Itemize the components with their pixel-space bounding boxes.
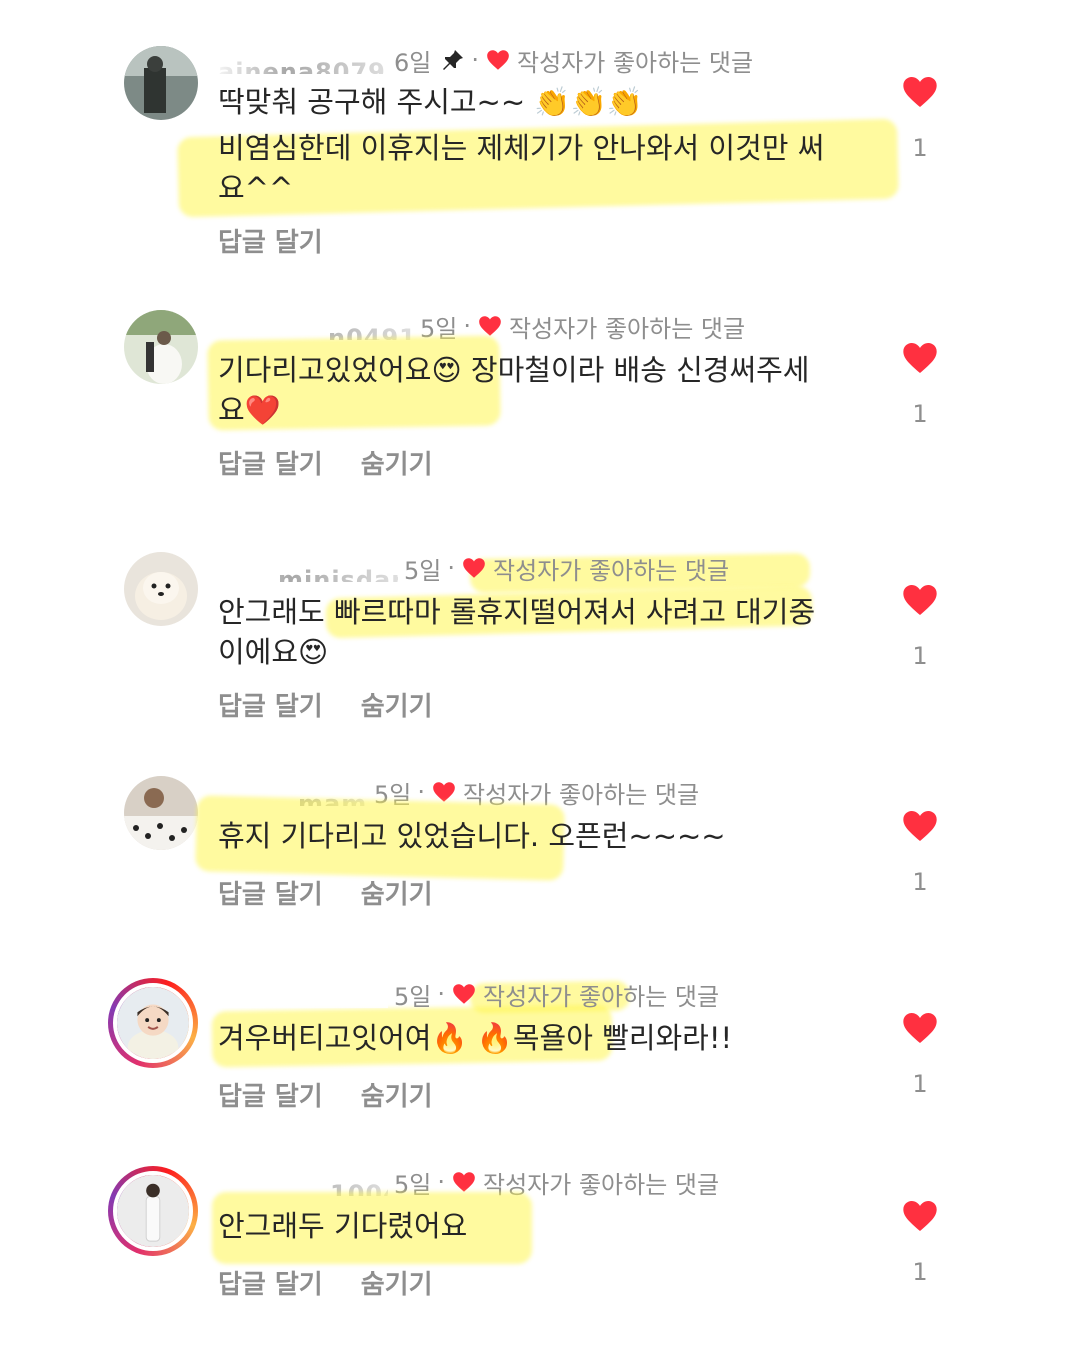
- comment-actions: 답글 달기: [218, 222, 323, 259]
- reply-button[interactable]: 답글 달기: [218, 1264, 323, 1301]
- comment-meta: ainena8079 6일 · 작성자가 좋아하는 댓글: [218, 44, 754, 77]
- like-count: 1: [912, 400, 928, 428]
- username[interactable]: [218, 980, 388, 1008]
- comment-text: 기다리고있었어요😍 장마철이라 배송 신경써주세 요❤️: [218, 353, 810, 427]
- reply-button[interactable]: 답글 달기: [218, 222, 323, 259]
- comment-actions: 답글 달기 숨기기: [218, 1076, 433, 1113]
- pin-icon: [443, 50, 464, 70]
- like-area: 1: [898, 580, 942, 670]
- reply-button[interactable]: 답글 달기: [218, 1076, 323, 1113]
- heart-icon[interactable]: [900, 580, 940, 620]
- username[interactable]: minisdar: [218, 554, 398, 582]
- comment-text: 안그래두 기다렸어요: [218, 1209, 468, 1243]
- avatar[interactable]: [124, 310, 198, 384]
- like-area: 1: [898, 1196, 942, 1286]
- liked-by-author-label: 작성자가 좋아하는 댓글: [517, 48, 754, 77]
- heart-icon[interactable]: [900, 72, 940, 112]
- heart-icon[interactable]: [900, 1196, 940, 1236]
- like-count: 1: [912, 1070, 928, 1098]
- like-count: 1: [912, 1258, 928, 1286]
- like-area: 1: [898, 1008, 942, 1098]
- hide-button[interactable]: 숨기기: [361, 874, 433, 911]
- comment-actions: 답글 달기 숨기기: [218, 874, 433, 911]
- reply-button[interactable]: 답글 달기: [218, 444, 323, 481]
- avatar-image: [124, 552, 198, 626]
- hide-button[interactable]: 숨기기: [361, 1076, 433, 1113]
- avatar-image: [124, 310, 198, 384]
- like-count: 1: [912, 642, 928, 670]
- heart-small-icon: [463, 558, 485, 578]
- avatar-image: [117, 987, 189, 1059]
- like-area: 1: [898, 806, 942, 896]
- avatar-story-ring[interactable]: [108, 1166, 198, 1256]
- heart-small-icon: [453, 984, 475, 1004]
- heart-icon[interactable]: [900, 1008, 940, 1048]
- like-count: 1: [912, 134, 928, 162]
- comment-text: 안그래도 빠르따마 롤휴지떨어져서 사려고 대기중 이에요😍: [218, 595, 816, 669]
- comment-actions: 답글 달기 숨기기: [218, 444, 433, 481]
- comment-text: 딱맞춰 공구해 주시고~~ 👏👏👏 비염심한데 이휴지는 제체기가 안나와서 이…: [218, 85, 825, 205]
- hide-button[interactable]: 숨기기: [361, 686, 433, 723]
- heart-small-icon: [487, 50, 509, 70]
- username[interactable]: ainena8079: [218, 46, 388, 74]
- reply-button[interactable]: 답글 달기: [218, 874, 323, 911]
- hide-button[interactable]: 숨기기: [361, 1264, 433, 1301]
- heart-icon[interactable]: [900, 806, 940, 846]
- heart-icon[interactable]: [900, 338, 940, 378]
- like-area: 1: [898, 72, 942, 162]
- comment-time: 6일: [394, 48, 432, 77]
- hide-button[interactable]: 숨기기: [361, 444, 433, 481]
- comment-text: 휴지 기다리고 있었습니다. 오픈런~~~~: [218, 819, 726, 853]
- comment-text: 겨우버티고잇어여🔥 🔥목욜아 빨리와라!!: [218, 1021, 733, 1055]
- liked-by-author-label: 작성자가 좋아하는 댓글: [483, 982, 720, 1011]
- avatar[interactable]: [124, 46, 198, 120]
- like-count: 1: [912, 868, 928, 896]
- comment-time: 5일: [404, 556, 442, 585]
- comment-meta: minisdar 5일 · 작성자가 좋아하는 댓글: [218, 552, 730, 585]
- comment-meta: 5일 · 작성자가 좋아하는 댓글: [218, 978, 720, 1011]
- comment-actions: 답글 달기 숨기기: [218, 1264, 433, 1301]
- like-area: 1: [898, 338, 942, 428]
- liked-by-author-label: 작성자가 좋아하는 댓글: [493, 556, 730, 585]
- username[interactable]: n0491: [218, 312, 414, 340]
- avatar-image: [117, 1175, 189, 1247]
- avatar-image: [124, 776, 198, 850]
- avatar-story-ring[interactable]: [108, 978, 198, 1068]
- comment-actions: 답글 달기 숨기기: [218, 686, 433, 723]
- liked-by-author-label: 작성자가 좋아하는 댓글: [509, 314, 746, 343]
- comment-time: 5일: [394, 982, 432, 1011]
- avatar-image: [124, 46, 198, 120]
- avatar[interactable]: [124, 552, 198, 626]
- reply-button[interactable]: 답글 달기: [218, 686, 323, 723]
- avatar[interactable]: [124, 776, 198, 850]
